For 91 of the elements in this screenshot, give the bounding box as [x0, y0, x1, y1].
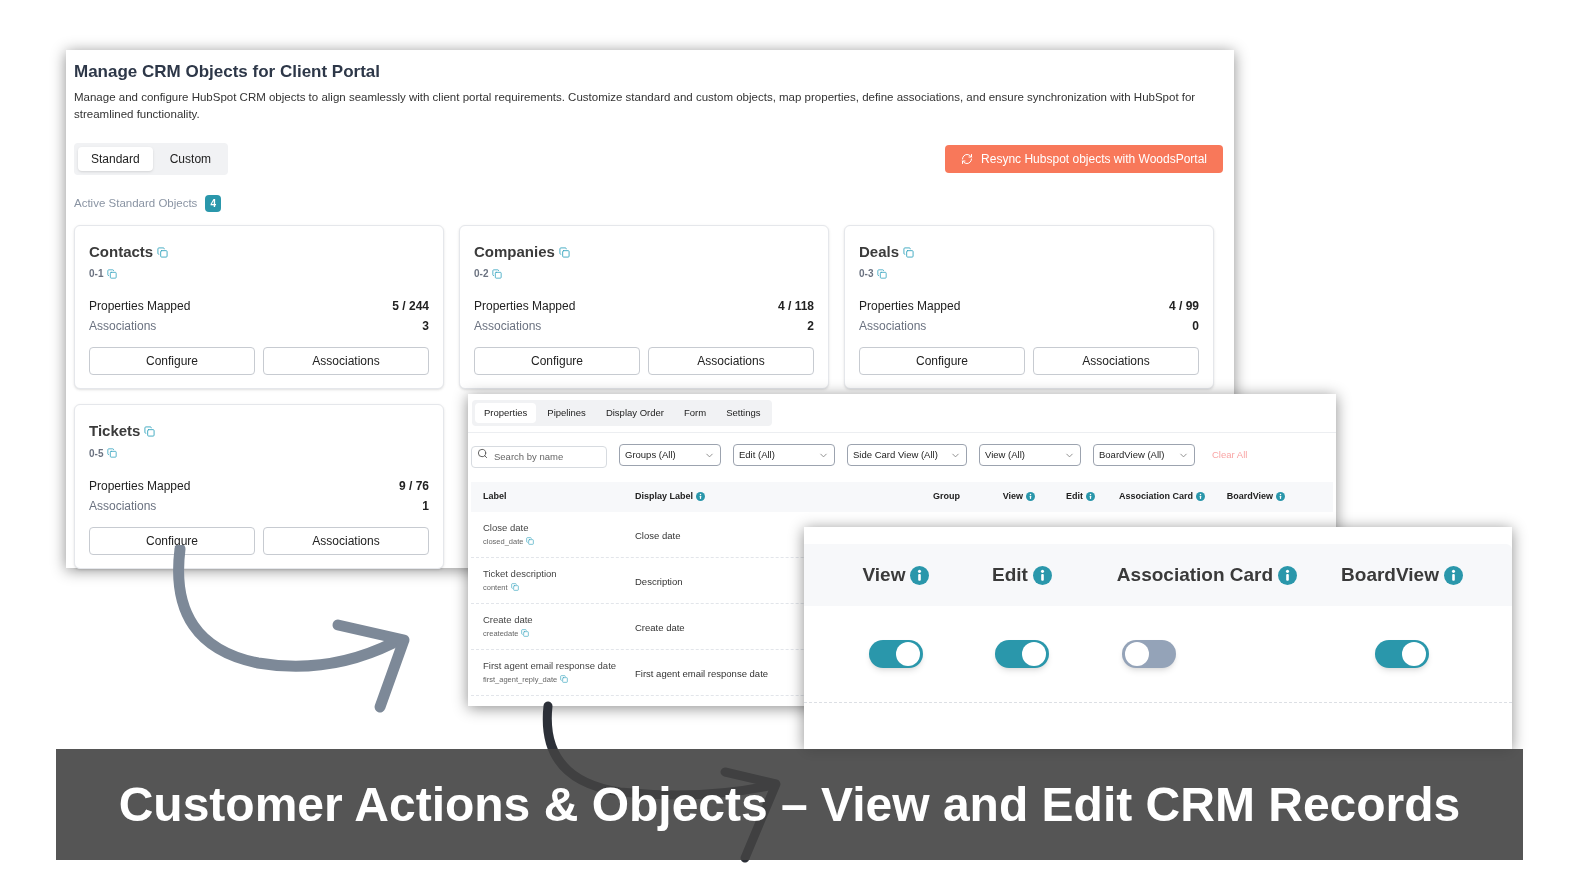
toggle-switch[interactable] [1375, 640, 1429, 668]
panel-title: Manage CRM Objects for Client Portal [74, 61, 382, 83]
info-icon [1443, 565, 1463, 585]
associations-label: Associations [859, 318, 927, 336]
caption: Customer Actions & Objects – View and Edit CRM Records [118, 776, 1461, 833]
copy-icon[interactable] [510, 583, 519, 592]
properties-value: 4 / 99 [1168, 298, 1199, 316]
associations-value: 3 [422, 318, 429, 336]
column-header: View [1002, 489, 1023, 503]
filter-dropdown[interactable]: Side Card View (All) [847, 444, 967, 467]
info-icon [1032, 565, 1052, 585]
filter-dropdown[interactable]: BoardView (All) [1093, 444, 1195, 467]
tab[interactable]: Display Order [596, 403, 673, 424]
filter-dropdown[interactable]: Groups (All) [619, 444, 721, 467]
properties-value: 9 / 76 [398, 477, 429, 495]
associations-label: Associations [474, 318, 542, 336]
associations-button[interactable]: Associations [1033, 347, 1199, 376]
filter-dropdown[interactable]: View (All) [979, 444, 1081, 467]
refresh-icon [961, 152, 974, 165]
property-label: First agent email response date [483, 659, 618, 674]
column-header: View [862, 562, 906, 587]
configure-button[interactable]: Configure [89, 347, 255, 376]
tab[interactable]: Standard [78, 146, 153, 171]
associations-label: Associations [89, 318, 157, 336]
object-name: Companies [474, 241, 555, 262]
properties-label: Properties Mapped [474, 298, 576, 316]
property-label: Create date [483, 613, 534, 628]
display-label: Close date [635, 530, 681, 542]
associations-button[interactable]: Associations [263, 347, 429, 376]
object-id: 0-2 [474, 267, 489, 282]
object-name: Tickets [89, 421, 141, 442]
info-icon [1278, 565, 1298, 585]
column-header: Association Card [1118, 489, 1193, 503]
copy-icon[interactable] [107, 448, 118, 459]
tab[interactable]: Custom [156, 146, 225, 171]
column-header: BoardView [1226, 489, 1273, 503]
column-header: Label [483, 489, 507, 503]
display-label: Create date [635, 622, 685, 634]
associations-value: 0 [1192, 318, 1199, 336]
object-id: 0-1 [89, 267, 104, 282]
object-name: Deals [859, 241, 900, 262]
tab[interactable]: Settings [717, 403, 770, 424]
property-label: Close date [483, 521, 530, 536]
toggle-switch[interactable] [995, 640, 1049, 668]
copy-icon[interactable] [144, 426, 156, 437]
properties-value: 5 / 244 [392, 298, 429, 316]
copy-icon[interactable] [558, 246, 570, 258]
copy-icon[interactable] [521, 629, 530, 638]
display-label: First agent email response date [635, 668, 769, 680]
properties-label: Properties Mapped [89, 298, 191, 316]
properties-label: Properties Mapped [89, 477, 191, 495]
column-header: Edit [1066, 489, 1083, 503]
column-header: BoardView [1341, 562, 1439, 587]
display-label: Description [635, 576, 683, 588]
copy-icon[interactable] [560, 675, 569, 684]
column-header: Group [933, 489, 960, 503]
copy-icon[interactable] [877, 268, 888, 279]
associations-label: Associations [89, 497, 157, 515]
copy-icon[interactable] [157, 246, 169, 258]
tab[interactable]: Pipelines [538, 403, 595, 424]
toggle-switch[interactable] [869, 640, 923, 668]
tab[interactable]: Form [674, 403, 716, 424]
object-name: Contacts [89, 241, 154, 262]
count-badge: 4 [205, 194, 221, 212]
search-field[interactable]: Search by name [471, 445, 607, 468]
copy-icon[interactable] [526, 537, 535, 546]
column-header: Display Label [635, 489, 694, 503]
copy-icon[interactable] [903, 246, 915, 258]
info-icon [910, 565, 930, 585]
column-header: Edit [992, 562, 1028, 587]
associations-button[interactable]: Associations [263, 526, 429, 555]
property-label: Ticket description [483, 567, 558, 582]
associations-value: 2 [807, 318, 814, 336]
configure-button[interactable]: Configure [474, 347, 640, 376]
associations-value: 1 [422, 497, 429, 515]
panel-description: Manage and configure HubSpot CRM objects to align seamlessly with client portal requirements. Customize standard and custom objects, map properties, define associations, and ensure synchronization with HubSpot for streamlined functionality. [74, 89, 1197, 122]
filter-dropdown[interactable]: Edit (All) [733, 444, 835, 467]
properties-label: Properties Mapped [859, 298, 961, 316]
properties-value: 4 / 118 [777, 298, 814, 316]
associations-button[interactable]: Associations [648, 347, 814, 376]
active-objects-label: Active Standard Objects [74, 195, 198, 211]
column-header: Association Card [1116, 562, 1274, 587]
copy-icon[interactable] [107, 268, 118, 279]
object-id: 0-5 [89, 446, 104, 461]
configure-button[interactable]: Configure [89, 526, 255, 555]
copy-icon[interactable] [492, 268, 503, 279]
tab[interactable]: Properties [475, 403, 537, 424]
search-icon [477, 448, 488, 460]
configure-button[interactable]: Configure [859, 347, 1025, 376]
object-id: 0-3 [859, 267, 874, 282]
toggle-switch[interactable] [1122, 640, 1176, 668]
